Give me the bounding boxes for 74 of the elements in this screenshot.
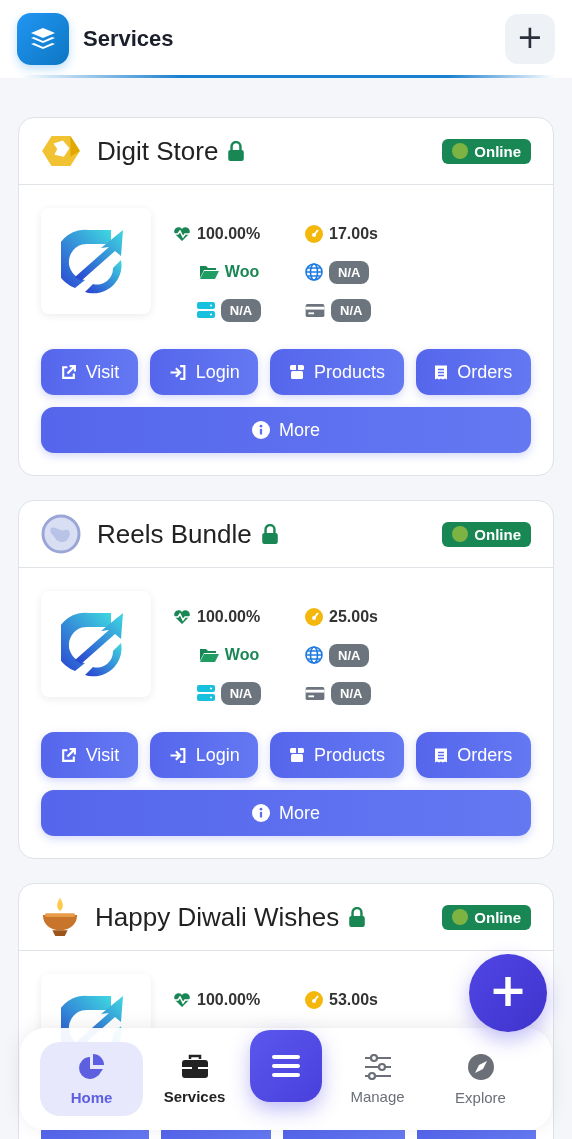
action-button[interactable]: Visit <box>41 732 138 778</box>
heartbeat-icon <box>173 226 191 242</box>
action-button[interactable] <box>41 1130 149 1139</box>
external-link-icon <box>59 363 77 381</box>
gauge-icon <box>305 991 323 1009</box>
heartbeat-icon <box>173 609 191 625</box>
nav-tab[interactable]: Services <box>143 1042 246 1116</box>
receipt-icon <box>434 363 449 381</box>
menu-button[interactable] <box>250 1030 322 1102</box>
folder-icon <box>198 264 219 280</box>
response-time: 25.00s <box>329 608 378 626</box>
uptime-value: 100.00% <box>197 225 261 243</box>
service-name: Digit Store <box>97 135 219 167</box>
credit-card-icon <box>305 685 325 701</box>
box-icon <box>288 364 305 380</box>
response-time: 53.00s <box>329 991 378 1009</box>
heartbeat-icon <box>173 992 191 1008</box>
server-icon <box>196 301 215 319</box>
info-icon <box>252 421 270 439</box>
action-button[interactable]: Visit <box>41 349 138 395</box>
server-icon <box>196 684 215 702</box>
platform-label: Woo <box>224 646 260 664</box>
action-button[interactable] <box>283 1130 405 1139</box>
server-value: N/A <box>220 298 262 322</box>
action-button[interactable]: Login <box>150 349 259 395</box>
lamp-icon <box>41 896 79 938</box>
response-time: 17.00s <box>329 225 378 243</box>
box-icon <box>288 747 305 763</box>
gauge-icon <box>305 608 323 626</box>
briefcase-icon <box>180 1053 209 1080</box>
action-button[interactable]: Products <box>270 732 404 778</box>
service-name: Happy Diwali Wishes <box>95 901 340 933</box>
sliders-icon <box>363 1053 392 1080</box>
action-button[interactable]: Orders <box>415 349 531 395</box>
platform-label: Woo <box>224 263 260 281</box>
status-label: Online <box>474 525 521 543</box>
action-button[interactable] <box>417 1130 536 1139</box>
nav-tab[interactable]: Home <box>40 1042 143 1116</box>
logo-icon <box>41 134 81 168</box>
compass-icon <box>466 1052 495 1081</box>
uptime-value: 100.00% <box>197 991 261 1009</box>
gauge-icon <box>305 225 323 243</box>
action-button[interactable]: Products <box>270 349 404 395</box>
info-icon <box>252 804 270 822</box>
receipt-icon <box>434 746 449 764</box>
uptime-value: 100.00% <box>197 608 261 626</box>
domain-value: N/A <box>329 260 370 284</box>
status-label: Online <box>474 908 521 926</box>
more-button[interactable]: More <box>41 407 531 453</box>
payment-value: N/A <box>331 681 372 705</box>
credit-card-icon <box>305 302 325 318</box>
action-button[interactable]: Orders <box>415 732 531 778</box>
login-icon <box>168 363 187 381</box>
server-value: N/A <box>220 681 262 705</box>
page-title: Services <box>83 26 175 52</box>
folder-icon <box>198 647 219 663</box>
status-label: Online <box>474 142 521 160</box>
action-button[interactable]: Login <box>150 732 259 778</box>
add-button[interactable]: + <box>505 14 555 64</box>
nav-tab[interactable]: Explore <box>429 1042 532 1116</box>
menu-icon <box>272 1055 300 1077</box>
globe-icon <box>41 514 81 554</box>
domain-value: N/A <box>329 643 370 667</box>
payment-value: N/A <box>331 298 372 322</box>
globe-icon <box>305 263 323 281</box>
globe-icon <box>305 646 323 664</box>
more-button[interactable]: More <box>41 790 531 836</box>
layers-icon <box>31 28 55 50</box>
login-icon <box>168 746 187 764</box>
nav-tab[interactable]: Manage <box>326 1042 429 1116</box>
external-link-icon <box>59 746 77 764</box>
action-button[interactable] <box>161 1130 271 1139</box>
service-name: Reels Bundle <box>97 518 252 550</box>
pie-chart-icon <box>77 1052 106 1081</box>
